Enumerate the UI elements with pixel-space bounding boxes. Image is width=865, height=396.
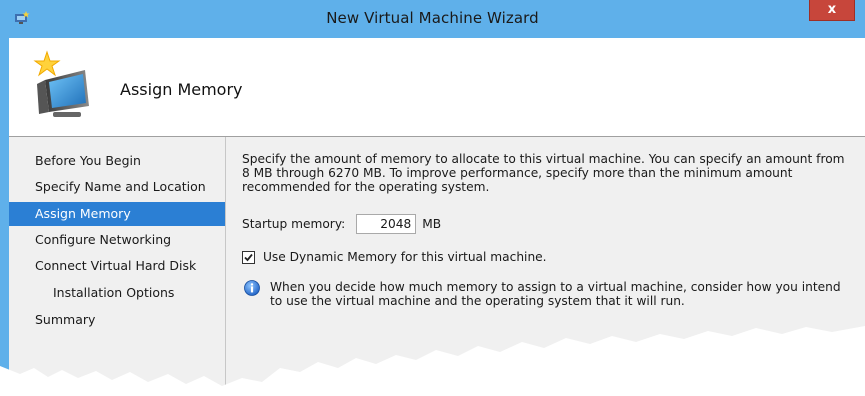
wizard-window: New Virtual Machine Wizard x Assign Memo… <box>0 0 865 396</box>
nav-item-installation-options[interactable]: Installation Options <box>9 281 225 305</box>
window-title: New Virtual Machine Wizard <box>326 9 539 27</box>
page-title: Assign Memory <box>120 80 243 99</box>
title-bar[interactable]: New Virtual Machine Wizard x <box>0 0 865 39</box>
torn-edge-decoration <box>0 326 865 396</box>
close-icon: x <box>827 2 837 17</box>
checkmark-icon <box>244 253 253 261</box>
nav-item-before-you-begin[interactable]: Before You Begin <box>9 149 225 173</box>
memory-info-note: When you decide how much memory to assig… <box>244 280 844 308</box>
startup-memory-input[interactable] <box>356 214 417 234</box>
wizard-header: Assign Memory <box>9 38 865 137</box>
memory-info-text: When you decide how much memory to assig… <box>270 280 841 308</box>
dynamic-memory-checkbox[interactable] <box>242 250 255 264</box>
nav-item-connect-virtual-hard-disk[interactable]: Connect Virtual Hard Disk <box>9 254 225 278</box>
dynamic-memory-row[interactable]: Use Dynamic Memory for this virtual mach… <box>242 248 547 266</box>
startup-memory-row: Startup memory: MB <box>242 212 441 236</box>
startup-memory-label: Startup memory: <box>242 217 346 231</box>
info-icon <box>244 280 260 296</box>
computer-with-star-icon <box>33 50 89 117</box>
nav-item-assign-memory[interactable]: Assign Memory <box>9 202 225 226</box>
dynamic-memory-label: Use Dynamic Memory for this virtual mach… <box>263 250 547 264</box>
startup-memory-unit: MB <box>422 217 442 231</box>
nav-item-specify-name-location[interactable]: Specify Name and Location <box>9 175 225 199</box>
memory-description: Specify the amount of memory to allocate… <box>242 152 845 194</box>
close-button[interactable]: x <box>809 0 855 21</box>
nav-item-configure-networking[interactable]: Configure Networking <box>9 228 225 252</box>
